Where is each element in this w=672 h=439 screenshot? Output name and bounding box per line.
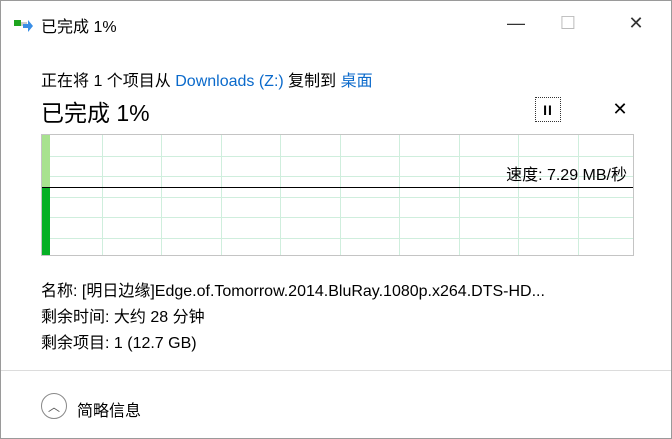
- time-remaining: 剩余时间: 大约 28 分钟: [41, 309, 205, 326]
- pause-button[interactable]: II: [535, 97, 561, 122]
- prefix-text: 正在将 1 个项目从: [41, 73, 176, 90]
- speed-graph: 速度: 7.29 MB/秒: [41, 134, 634, 256]
- grid-hline: [42, 155, 633, 157]
- middle-text: 复制到: [283, 73, 341, 90]
- chevron-up-icon[interactable]: ︿: [41, 393, 67, 419]
- speed-line: [42, 186, 633, 188]
- progress-speed-fill: [42, 186, 50, 255]
- maximize-button[interactable]: ☐: [545, 1, 591, 45]
- items-remaining: 剩余项目: 1 (12.7 GB): [41, 335, 197, 352]
- minimize-button[interactable]: —: [493, 1, 539, 45]
- destination-link[interactable]: 桌面: [341, 73, 373, 90]
- copy-app-icon: [14, 18, 34, 32]
- stop-button[interactable]: ✕: [609, 97, 631, 122]
- close-button[interactable]: ✕: [613, 1, 659, 45]
- grid-hline: [42, 237, 633, 239]
- copy-description: 正在将 1 个项目从 Downloads (Z:) 复制到 桌面: [41, 67, 373, 91]
- file-name: 名称: [明日边缘]Edge.of.Tomorrow.2014.BluRay.1…: [41, 283, 545, 300]
- grid-hline: [42, 196, 633, 198]
- speed-label: 速度: 7.29 MB/秒: [506, 166, 627, 184]
- progress-label: 已完成 1%: [41, 100, 150, 126]
- fewer-details-link[interactable]: 简略信息: [77, 397, 141, 421]
- grid-hline: [42, 217, 633, 218]
- window-title: 已完成 1%: [41, 19, 117, 36]
- source-link[interactable]: Downloads (Z:): [175, 73, 283, 90]
